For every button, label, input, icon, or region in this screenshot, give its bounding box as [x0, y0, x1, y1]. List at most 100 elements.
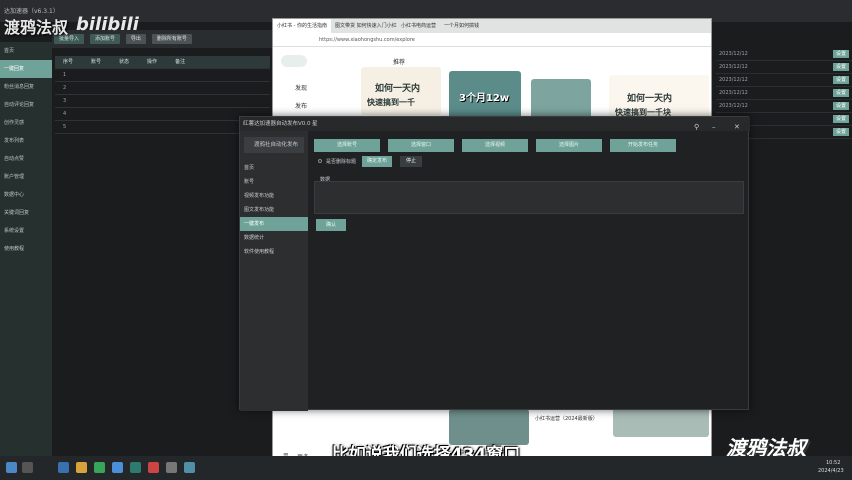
note-cover-title: 如何一天内 — [627, 94, 673, 104]
left-nav-item[interactable]: 发现 — [295, 83, 307, 92]
dialog-sidebar-item[interactable]: 视频发布功能 — [240, 189, 308, 203]
background-app-sidebar: 首页 一键回复 粉丝消息回复 自动评论回复 创作灵感 发布列表 自动点赞 账户管理 数据中心 关键… — [0, 42, 52, 456]
note-card-image[interactable] — [613, 407, 709, 437]
sidebar-item[interactable]: 账户管理 — [0, 168, 52, 186]
note-cover-subtitle: 快速搞到一千 — [367, 97, 415, 107]
sidebar-item[interactable]: 一键回复 — [0, 60, 52, 78]
row-index: 2 — [63, 85, 67, 91]
column-header: 账号 — [91, 59, 102, 65]
dialog-sidebar-item[interactable]: 首页 — [240, 161, 308, 175]
browser-tab[interactable]: 图文带货 如何快速入门小红书 — [331, 19, 397, 33]
table-row[interactable]: 3 — [55, 95, 270, 108]
browser-tab[interactable]: 小红书电商运营 — [397, 19, 440, 33]
nav-explore[interactable]: 推荐 — [393, 57, 405, 66]
app-icon[interactable] — [166, 462, 177, 473]
app-icon[interactable] — [148, 462, 159, 473]
list-item: 2023/12/12 设置 — [716, 61, 852, 74]
address-bar[interactable]: https://www.xiaohongshu.com/explore — [273, 33, 711, 47]
column-header: 备注 — [175, 59, 186, 65]
accounts-table: 序号 账号 状态 操作 备注 1 2 3 4 5 — [55, 56, 270, 176]
row-settings-button[interactable]: 设置 — [832, 115, 849, 123]
sidebar-item[interactable]: 自动点赞 — [0, 150, 52, 168]
confirm-publish-button[interactable]: 确定发布 — [362, 156, 392, 167]
list-item-date: 2023/12/12 — [719, 90, 748, 96]
sidebar-item[interactable]: 使用教程 — [0, 240, 52, 258]
note-cover-title: 3个月12w — [459, 93, 510, 104]
select-image-button[interactable]: 选择图片 — [536, 139, 602, 152]
sidebar-item[interactable]: 数据中心 — [0, 186, 52, 204]
note-caption[interactable]: 小红书运营（2024最新版） — [535, 415, 609, 422]
list-item-date: 2023/12/12 — [719, 103, 748, 109]
row-index: 4 — [63, 111, 67, 117]
app-icon[interactable] — [130, 462, 141, 473]
table-row[interactable]: 1 — [55, 69, 270, 82]
toolbar-button[interactable]: 添加账号 — [89, 34, 120, 44]
minimize-icon[interactable]: – — [712, 120, 716, 134]
start-icon[interactable] — [6, 462, 17, 473]
dialog-sidebar-item[interactable]: 一键发布 — [240, 217, 308, 231]
select-account-button[interactable]: 选择账号 — [314, 139, 380, 152]
app-icon[interactable] — [94, 462, 105, 473]
clock-date: 2024/4/23 — [818, 468, 844, 474]
row-settings-button[interactable]: 设置 — [832, 89, 849, 97]
sidebar-item[interactable]: 粉丝消息回复 — [0, 78, 52, 96]
browser-tab-strip: 小红书 - 你的生活指南 图文带货 如何快速入门小红书 小红书电商运营 一个月如… — [273, 19, 711, 33]
sidebar-header: 渡鸦社自动化发布 — [244, 137, 304, 153]
toolbar-button[interactable]: 导出 — [125, 34, 146, 44]
list-item: 2023/12/12 设置 — [716, 100, 852, 113]
note-cover-title: 如何一天内 — [375, 84, 421, 94]
select-video-button[interactable]: 选择视频 — [462, 139, 528, 152]
row-settings-button[interactable]: 设置 — [832, 63, 849, 71]
clock-time: 10:52 — [826, 460, 841, 466]
sidebar-item[interactable]: 自动评论回复 — [0, 96, 52, 114]
list-item-date: 2023/12/12 — [719, 51, 748, 57]
table-row[interactable]: 4 — [55, 108, 270, 121]
sidebar-item[interactable]: 创作灵感 — [0, 114, 52, 132]
dialog-sidebar-item[interactable]: 数据统计 — [240, 231, 308, 245]
search-icon[interactable] — [22, 462, 33, 473]
browser-tab[interactable]: 一个月如何搞钱 — [440, 19, 483, 33]
toolbar-button[interactable]: 删除所有账号 — [151, 34, 192, 44]
delete-title-label: 是否删除标题 — [326, 159, 357, 165]
dialog-sidebar-item[interactable]: 图文发布功能 — [240, 203, 308, 217]
publish-dialog: 红薯达加速器自动发布V0.0 星 ⚲ – ✕ 渡鸦社自动化发布 首页 账号 视频发布… — [239, 116, 750, 411]
table-row[interactable]: 2 — [55, 82, 270, 95]
row-settings-button[interactable]: 设置 — [832, 102, 849, 110]
column-header: 操作 — [147, 59, 158, 65]
dialog-sidebar-item[interactable]: 账号 — [240, 175, 308, 189]
delete-title-radio[interactable] — [318, 159, 322, 163]
list-item: 2023/12/12 设置 — [716, 74, 852, 87]
app-icon[interactable] — [58, 462, 69, 473]
list-item: 2023/12/12 设置 — [716, 87, 852, 100]
dialog-sidebar-item[interactable]: 软件使用教程 — [240, 245, 308, 259]
row-index: 5 — [63, 124, 67, 130]
row-settings-button[interactable]: 设置 — [832, 76, 849, 84]
panel-title: 星 — [312, 121, 318, 127]
browser-icon[interactable] — [112, 462, 123, 473]
sidebar-item[interactable]: 首页 — [0, 42, 52, 60]
confirm-button[interactable]: 确认 — [316, 219, 346, 231]
sidebar-item[interactable]: 系统设置 — [0, 222, 52, 240]
sidebar-item[interactable]: 发布列表 — [0, 132, 52, 150]
table-row[interactable]: 5 — [55, 121, 270, 134]
data-textarea[interactable] — [314, 181, 744, 214]
browser-tab[interactable]: 小红书 - 你的生活指南 — [273, 19, 331, 33]
select-window-button[interactable]: 选择窗口 — [388, 139, 454, 152]
app-icon[interactable] — [184, 462, 195, 473]
row-settings-button[interactable]: 设置 — [832, 128, 849, 136]
folder-icon[interactable] — [76, 462, 87, 473]
pin-icon[interactable]: ⚲ — [694, 120, 699, 134]
close-icon[interactable]: ✕ — [734, 120, 740, 134]
dialog-title: 红薯达加速器自动发布V0.0 — [243, 121, 311, 127]
row-settings-button[interactable]: 设置 — [832, 50, 849, 58]
dialog-sidebar: 渡鸦社自动化发布 首页 账号 视频发布功能 图文发布功能 一键发布 数据统计 软件使用教程 — [240, 131, 308, 411]
sidebar-item[interactable]: 关键词回复 — [0, 204, 52, 222]
list-item-date: 2023/12/12 — [719, 77, 748, 83]
left-nav-item[interactable]: 发布 — [295, 101, 307, 110]
table-header: 序号 账号 状态 操作 备注 — [55, 56, 270, 69]
stop-button[interactable]: 停止 — [400, 156, 422, 167]
list-item-date: 2023/12/12 — [719, 64, 748, 70]
site-logo — [281, 55, 307, 67]
note-card[interactable]: 如何一天内 快速搞到一千 — [361, 67, 441, 115]
start-publish-task-button[interactable]: 开始发布任务 — [610, 139, 676, 152]
